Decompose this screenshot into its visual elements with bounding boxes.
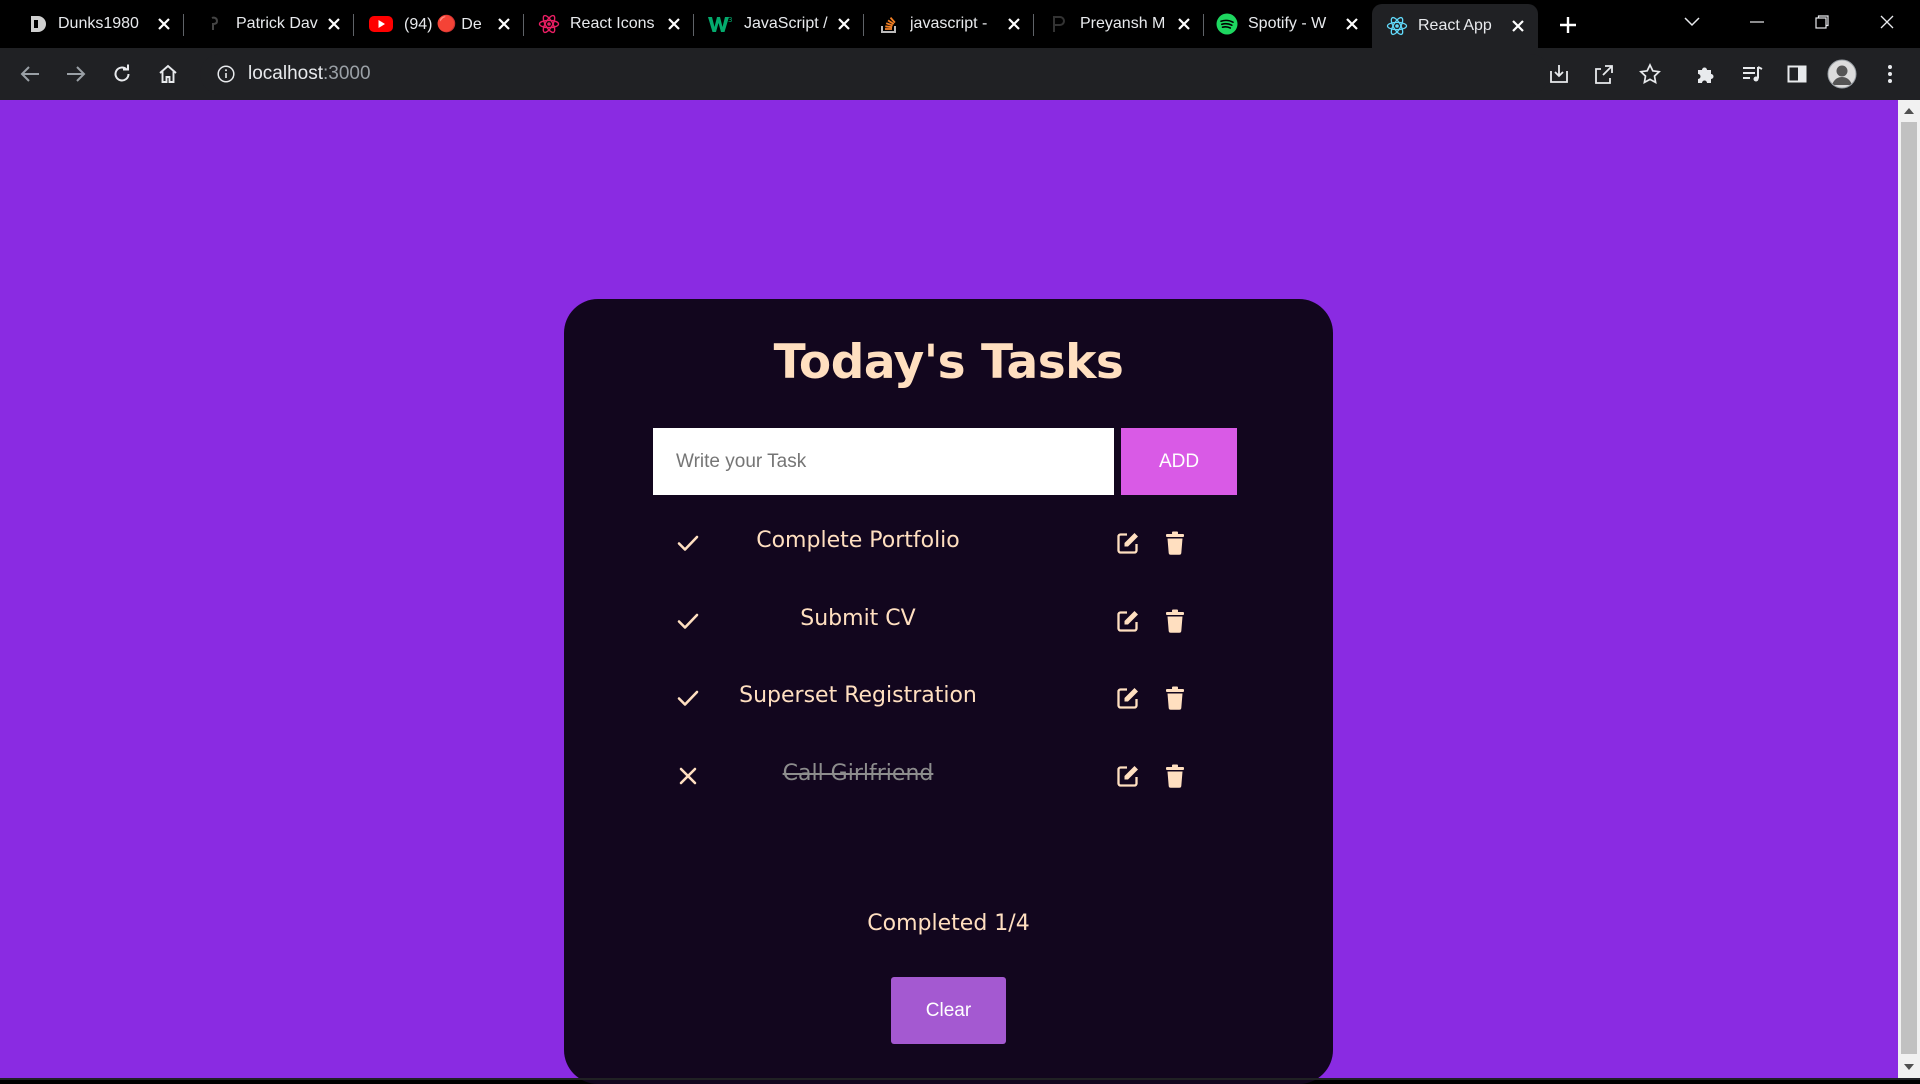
checkmark-icon[interactable]: [675, 608, 701, 634]
svg-text:3: 3: [728, 16, 732, 24]
w3schools-favicon-icon: 3: [706, 13, 734, 35]
tasks-card: Today's Tasks ADD Complete Portfolio Sub…: [564, 299, 1333, 1084]
menu-kebab-icon[interactable]: [1874, 58, 1906, 90]
tab-preyansh[interactable]: Preyansh M: [1034, 0, 1204, 48]
checkmark-icon[interactable]: [675, 530, 701, 556]
tab-title: (94) 🔴 De: [404, 16, 482, 33]
tab-dunks1980[interactable]: Dunks1980: [0, 0, 184, 48]
tab-title: JavaScript /: [744, 15, 828, 32]
scroll-up-arrow-icon[interactable]: [1898, 102, 1920, 120]
react-icons-favicon-icon: [538, 13, 560, 35]
tab-title: Dunks1980: [58, 15, 139, 32]
reload-icon[interactable]: [106, 58, 138, 90]
task-row: Call Girlfriend: [653, 751, 1237, 801]
dunks-favicon-icon: [26, 13, 48, 35]
install-app-icon[interactable]: [1543, 58, 1575, 90]
vertical-scrollbar[interactable]: [1898, 100, 1920, 1078]
stackoverflow-favicon-icon: [878, 13, 900, 35]
tab-close-icon[interactable]: [494, 14, 514, 34]
tab-patrick[interactable]: Patrick Dav: [184, 0, 354, 48]
tab-close-icon[interactable]: [1004, 14, 1024, 34]
task-row: Superset Registration: [653, 673, 1237, 723]
task-text: Complete Portfolio: [756, 528, 960, 553]
edit-icon[interactable]: [1115, 608, 1141, 634]
task-row: Submit CV: [653, 596, 1237, 646]
task-row: Complete Portfolio: [653, 518, 1237, 568]
bookmark-star-icon[interactable]: [1634, 58, 1666, 90]
tab-spotify[interactable]: Spotify - W: [1204, 0, 1372, 48]
completed-counter: Completed 1/4: [867, 911, 1030, 936]
close-window-icon[interactable]: [1861, 0, 1913, 44]
url-host: localhost: [248, 63, 323, 84]
tab-search-chevron-icon[interactable]: [1666, 0, 1718, 44]
tab-title: javascript -: [910, 15, 988, 32]
youtube-favicon-icon: [368, 13, 394, 35]
home-icon[interactable]: [152, 58, 184, 90]
tab-title: Preyansh M: [1080, 15, 1166, 32]
browser-toolbar: localhost:3000: [0, 48, 1920, 100]
address-bar[interactable]: localhost:3000: [200, 54, 1550, 94]
minimize-icon[interactable]: [1731, 0, 1783, 44]
checkmark-icon[interactable]: [675, 685, 701, 711]
url-port: :3000: [323, 63, 371, 84]
restore-icon[interactable]: [1796, 0, 1848, 44]
edit-icon[interactable]: [1115, 530, 1141, 556]
task-input[interactable]: [653, 428, 1114, 495]
tab-stackoverflow[interactable]: javascript -: [864, 0, 1034, 48]
patrick-favicon-icon: [204, 13, 226, 35]
site-info-icon[interactable]: [216, 64, 236, 84]
tab-close-icon[interactable]: [1174, 14, 1194, 34]
tab-title: React Icons: [570, 15, 655, 32]
tab-title: Patrick Dav: [236, 15, 318, 32]
scrollbar-thumb[interactable]: [1901, 122, 1917, 1054]
task-text: Superset Registration: [739, 683, 977, 708]
edit-icon[interactable]: [1115, 763, 1141, 789]
x-mark-icon[interactable]: [675, 763, 701, 789]
profile-avatar[interactable]: [1826, 58, 1858, 90]
page-title: Today's Tasks: [773, 335, 1124, 390]
react-favicon-icon: [1386, 15, 1408, 37]
task-text: Call Girlfriend: [782, 761, 934, 786]
side-panel-icon[interactable]: [1781, 58, 1813, 90]
new-tab-icon[interactable]: [1555, 12, 1581, 38]
tab-close-icon[interactable]: [1508, 16, 1528, 36]
trash-icon[interactable]: [1163, 685, 1187, 711]
tab-w3schools[interactable]: 3 JavaScript /: [694, 0, 864, 48]
trash-icon[interactable]: [1163, 763, 1187, 789]
task-text: Submit CV: [800, 606, 916, 631]
tab-title: Spotify - W: [1248, 15, 1327, 32]
edit-icon[interactable]: [1115, 685, 1141, 711]
clear-button[interactable]: Clear: [891, 977, 1006, 1044]
trash-icon[interactable]: [1163, 530, 1187, 556]
tab-react-app[interactable]: React App: [1372, 4, 1538, 48]
tab-close-icon[interactable]: [1342, 14, 1362, 34]
media-controls-icon[interactable]: [1736, 58, 1768, 90]
tab-react-icons[interactable]: React Icons: [524, 0, 694, 48]
page-background: Today's Tasks ADD Complete Portfolio Sub…: [0, 100, 1898, 1084]
spotify-favicon-icon: [1216, 13, 1238, 35]
share-icon[interactable]: [1588, 58, 1620, 90]
tab-close-icon[interactable]: [834, 14, 854, 34]
browser-tab-strip: Dunks1980 Patrick Dav (94) 🔴 De React Ic…: [0, 0, 1920, 48]
trash-icon[interactable]: [1163, 608, 1187, 634]
tab-close-icon[interactable]: [154, 14, 174, 34]
back-arrow-icon[interactable]: [14, 58, 46, 90]
forward-arrow-icon[interactable]: [60, 58, 92, 90]
add-button[interactable]: ADD: [1121, 428, 1237, 495]
tab-youtube[interactable]: (94) 🔴 De: [354, 0, 524, 48]
tab-close-icon[interactable]: [324, 14, 344, 34]
tab-title: React App: [1418, 17, 1492, 34]
scroll-down-arrow-icon[interactable]: [1898, 1058, 1920, 1076]
preyansh-favicon-icon: [1048, 13, 1070, 35]
extensions-puzzle-icon[interactable]: [1690, 58, 1722, 90]
tab-close-icon[interactable]: [664, 14, 684, 34]
